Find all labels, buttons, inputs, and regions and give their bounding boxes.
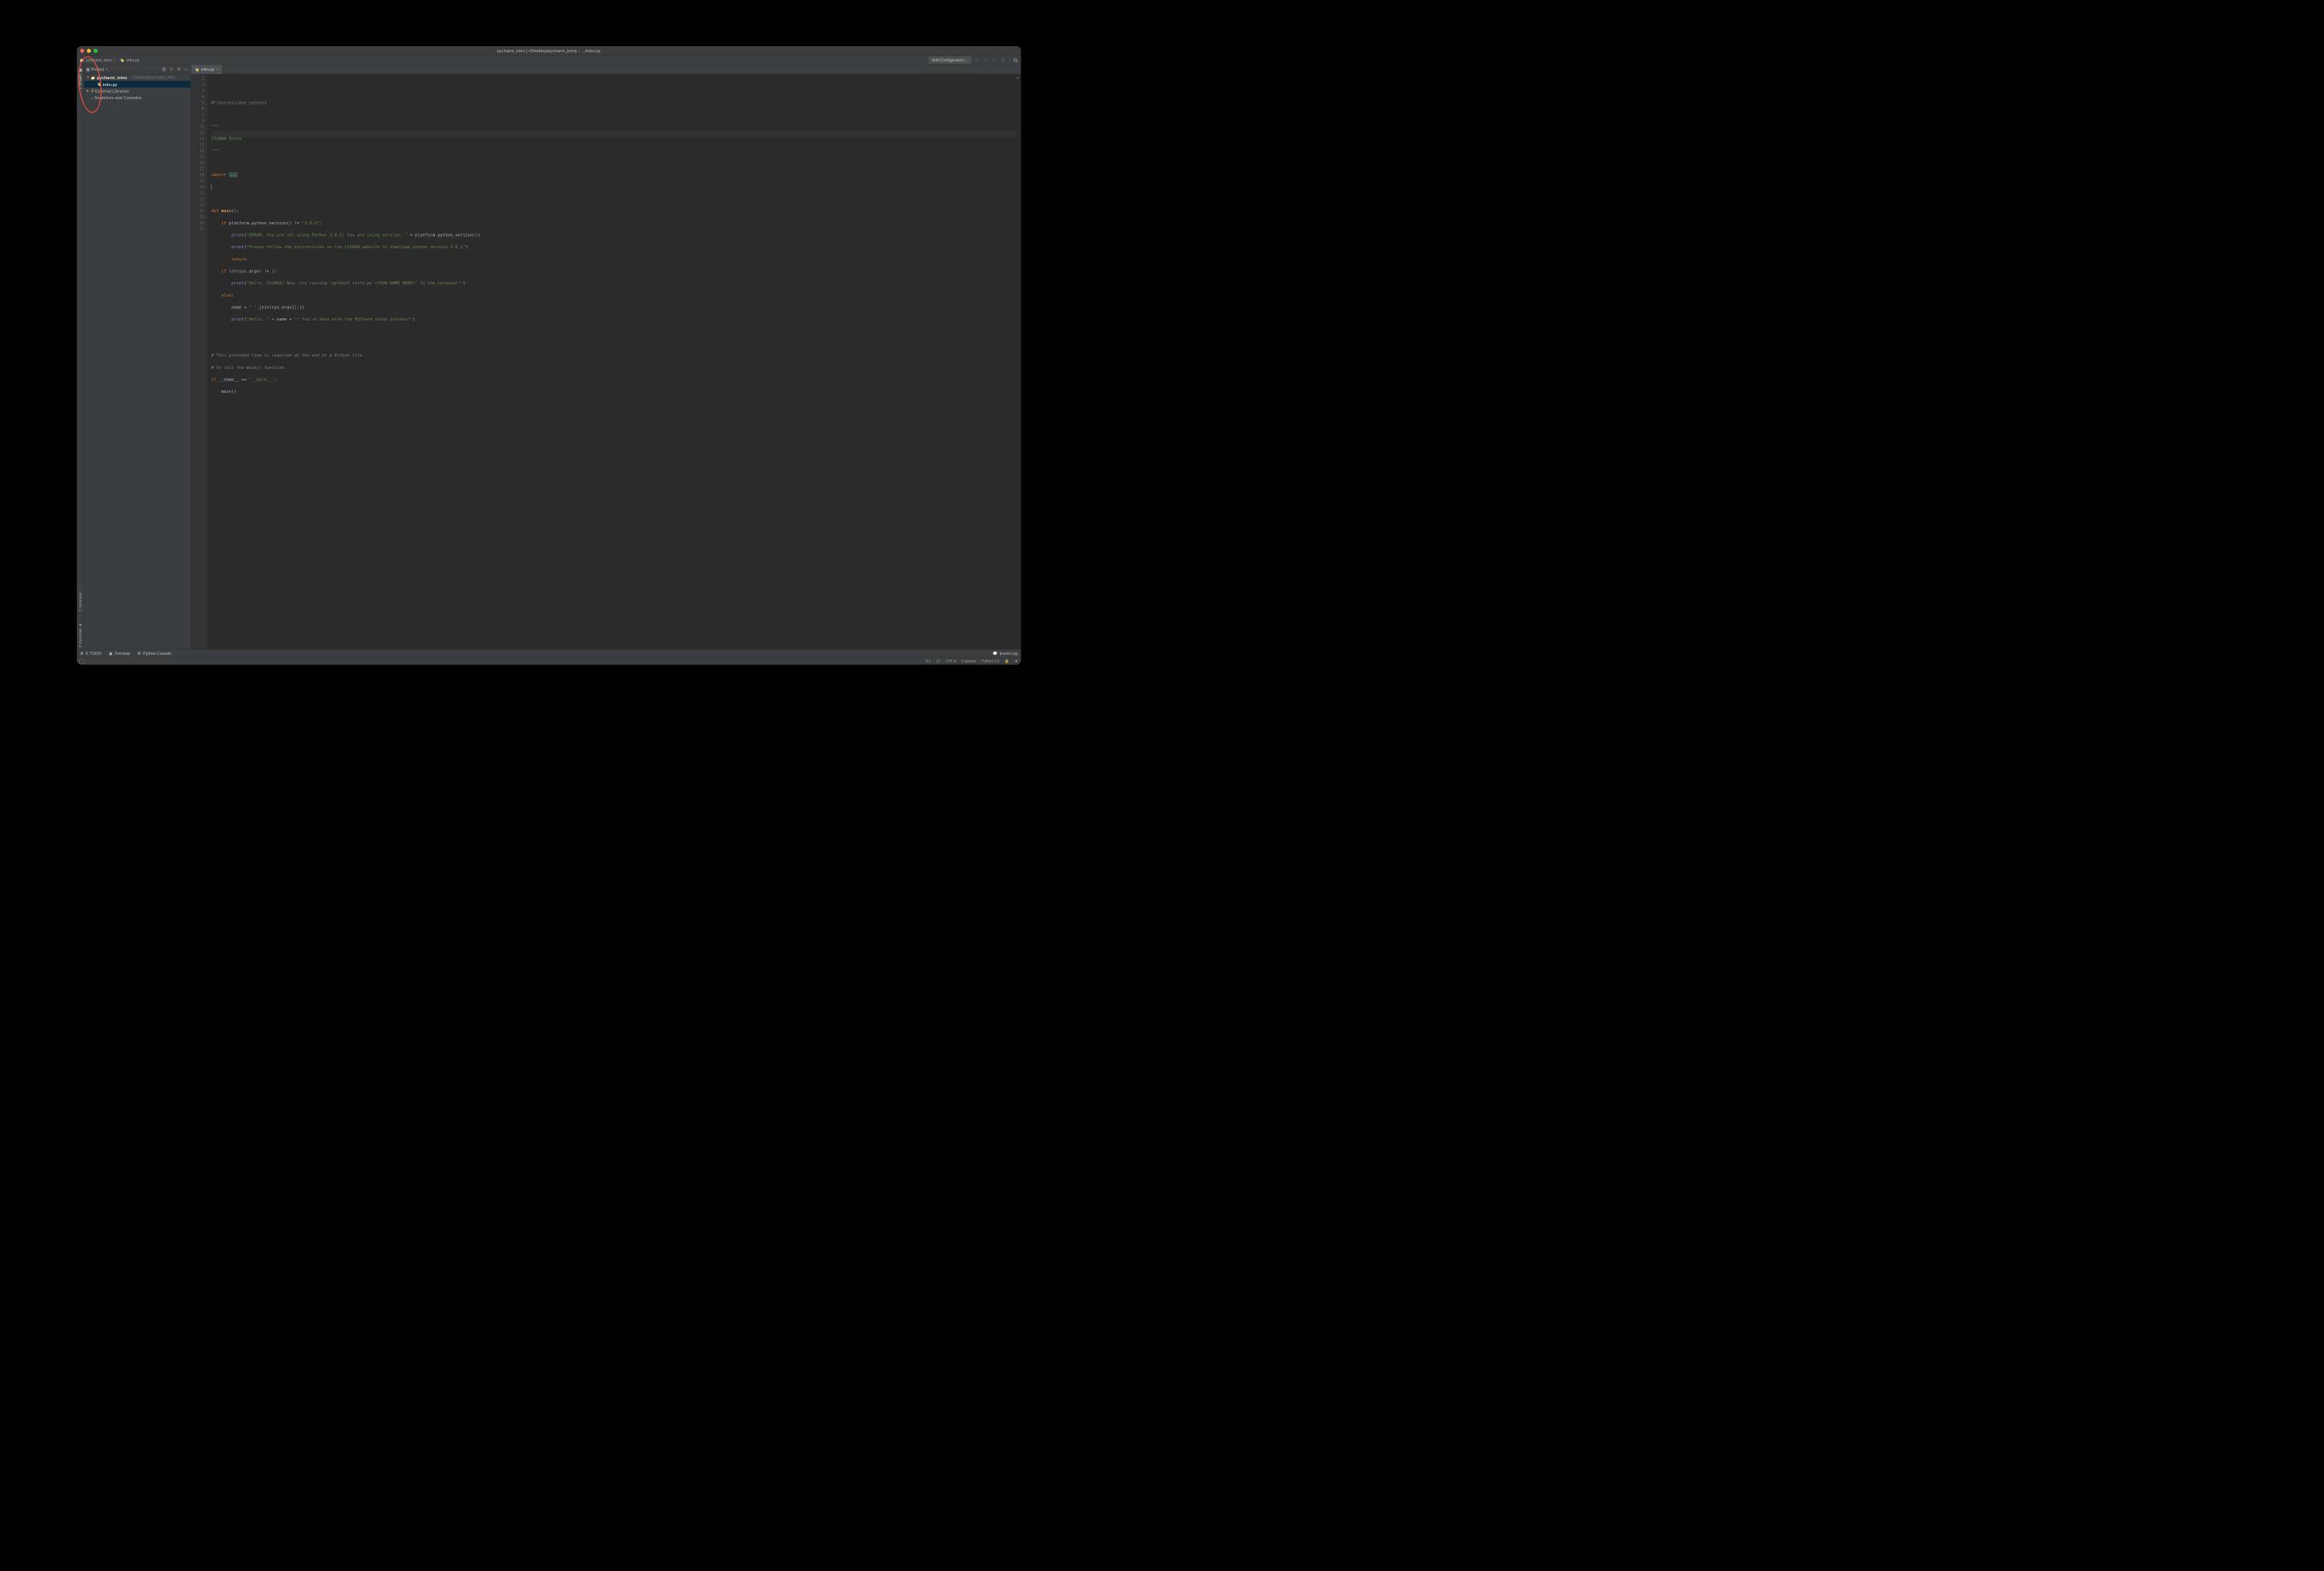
todo-tool-tab[interactable]: ≣ 6: TODO bbox=[80, 651, 101, 656]
editor-tab-intro[interactable]: intro.py × bbox=[191, 65, 223, 74]
inspector-icon[interactable]: ☻ bbox=[1014, 659, 1018, 663]
tree-external-libs-row[interactable]: ▶ ⎙ External Libraries bbox=[85, 88, 191, 95]
navigation-bar: pycharm_intro 〉 intro.py Add Configurati… bbox=[77, 55, 1021, 65]
editor[interactable]: 1 2 3 4 5 6 7 9 10 11 12 13 14 15 16 17 … bbox=[191, 75, 1021, 649]
gear-icon[interactable] bbox=[176, 66, 181, 71]
structure-tool-tab[interactable]: 7: Structure ⋮⋮ bbox=[78, 582, 83, 613]
file-encoding[interactable]: UTF-8 bbox=[946, 659, 957, 663]
lock-icon[interactable]: 🔒 bbox=[1004, 659, 1009, 663]
python-console-label: Python Console bbox=[143, 651, 171, 656]
tree-root-label: pycharm_intro bbox=[97, 75, 127, 81]
ide-window: pycharm_intro [~/Desktop/pycharm_intro] … bbox=[77, 46, 1021, 665]
event-log-tool-tab[interactable]: 💬 Event Log bbox=[992, 651, 1018, 656]
folder-icon bbox=[91, 75, 95, 80]
inspection-ok-icon[interactable]: ✔ bbox=[1016, 75, 1019, 80]
run-icon[interactable] bbox=[974, 58, 980, 63]
breadcrumb: pycharm_intro 〉 intro.py bbox=[79, 57, 139, 62]
status-bar: 9:1 LF UTF-8 4 spaces Python 3.8 🔒 ☻ bbox=[77, 657, 1021, 665]
chevron-right-icon: 〉 bbox=[114, 57, 118, 62]
chevron-down-icon[interactable]: ▼ bbox=[86, 75, 89, 79]
structure-tool-tab-label: 7: Structure bbox=[78, 593, 82, 612]
left-tool-stripe: 1: Project ▦ 7: Structure ⋮⋮ 2: Favorite… bbox=[77, 65, 85, 649]
window-title: pycharm_intro [~/Desktop/pycharm_intro] … bbox=[77, 48, 1021, 54]
project-view-label: Project bbox=[91, 67, 104, 71]
project-tool-icon: ▦ bbox=[78, 68, 83, 73]
close-tab-icon[interactable]: × bbox=[217, 67, 219, 72]
project-sidebar-header: ▦ Project ▼ — bbox=[85, 65, 191, 73]
code-content[interactable]: #!/usr/bin/env python3 """ CS106A Intro … bbox=[208, 75, 1017, 649]
python-console-tool-tab[interactable]: ⌘ Python Console bbox=[137, 651, 171, 656]
caret-position[interactable]: 9:1 bbox=[925, 659, 931, 663]
bottom-tool-stripe: ≣ 6: TODO ▣ Terminal ⌘ Python Console 💬 … bbox=[77, 649, 1021, 657]
close-window-button[interactable] bbox=[80, 48, 84, 52]
editor-right-gutter: ✔ bbox=[1016, 75, 1021, 649]
terminal-label: Terminal bbox=[115, 651, 130, 656]
project-tool-tab[interactable]: 1: Project ▦ bbox=[78, 66, 83, 91]
project-tool-tab-label: 1: Project bbox=[78, 74, 82, 89]
folder-icon bbox=[79, 58, 84, 62]
breadcrumb-file[interactable]: intro.py bbox=[126, 58, 139, 62]
main-body: 1: Project ▦ 7: Structure ⋮⋮ 2: Favorite… bbox=[77, 65, 1021, 649]
favorites-tool-icon: ★ bbox=[78, 623, 83, 627]
tree-scratches-label: Scratches and Consoles bbox=[95, 95, 141, 101]
favorites-tool-tab[interactable]: 2: Favorites ★ bbox=[78, 620, 83, 649]
python-file-icon bbox=[120, 58, 124, 62]
project-view-icon: ▦ bbox=[86, 67, 90, 71]
expand-all-icon[interactable] bbox=[169, 66, 174, 71]
chevron-right-icon[interactable]: ▶ bbox=[86, 89, 89, 93]
terminal-icon: ▣ bbox=[109, 651, 113, 656]
structure-tool-icon: ⋮⋮ bbox=[78, 584, 83, 592]
debug-icon[interactable] bbox=[983, 58, 988, 63]
tree-scratches-row[interactable]: ◒ Scratches and Consoles bbox=[85, 95, 191, 101]
breadcrumb-root[interactable]: pycharm_intro bbox=[86, 58, 111, 62]
tree-root-path: ~/Desktop/pycharm_intro bbox=[131, 75, 175, 80]
line-number-gutter: 1 2 3 4 5 6 7 9 10 11 12 13 14 15 16 17 … bbox=[191, 75, 208, 649]
chevron-down-icon: ▼ bbox=[105, 68, 108, 71]
tree-file-label: intro.py bbox=[103, 81, 118, 87]
python-interpreter[interactable]: Python 3.8 bbox=[981, 659, 999, 663]
titlebar: pycharm_intro [~/Desktop/pycharm_intro] … bbox=[77, 46, 1021, 55]
hide-icon[interactable]: — bbox=[184, 66, 189, 71]
add-configuration-button[interactable]: Add Configuration... bbox=[928, 56, 971, 64]
todo-label: 6: TODO bbox=[85, 651, 101, 656]
maximize-window-button[interactable] bbox=[94, 48, 98, 52]
python-file-icon bbox=[97, 82, 101, 87]
library-icon: ⎙ bbox=[91, 88, 94, 93]
indent-setting[interactable]: 4 spaces bbox=[961, 659, 976, 663]
tree-file-row[interactable]: intro.py bbox=[85, 81, 191, 88]
event-log-label: Event Log bbox=[1000, 651, 1018, 656]
terminal-tool-tab[interactable]: ▣ Terminal bbox=[109, 651, 130, 656]
python-file-icon bbox=[194, 67, 199, 71]
locate-icon[interactable] bbox=[161, 66, 167, 71]
speech-bubble-icon: 💬 bbox=[992, 651, 998, 656]
search-everywhere-icon[interactable] bbox=[1013, 58, 1018, 63]
project-tree: ▼ pycharm_intro ~/Desktop/pycharm_intro … bbox=[85, 74, 191, 102]
toolbar-actions: Add Configuration... bbox=[928, 56, 1018, 64]
editor-tab-label: intro.py bbox=[201, 67, 214, 71]
editor-tabs: intro.py × bbox=[191, 65, 1021, 74]
project-sidebar: ▦ Project ▼ — ▼ bbox=[85, 65, 191, 649]
tool-windows-quick-access-icon[interactable] bbox=[79, 659, 84, 663]
tree-root-row[interactable]: ▼ pycharm_intro ~/Desktop/pycharm_intro bbox=[85, 75, 191, 81]
editor-area: intro.py × 1 2 3 4 5 6 7 9 10 11 12 13 1… bbox=[191, 65, 1021, 649]
tree-external-label: External Libraries bbox=[95, 88, 129, 94]
window-controls bbox=[80, 48, 98, 52]
python-icon: ⌘ bbox=[137, 651, 141, 656]
list-icon: ≣ bbox=[80, 651, 83, 656]
line-separator[interactable]: LF bbox=[936, 659, 941, 663]
favorites-tool-tab-label: 2: Favorites bbox=[78, 628, 82, 647]
scratches-icon: ◒ bbox=[91, 95, 93, 99]
minimize-window-button[interactable] bbox=[87, 48, 91, 52]
stop-icon[interactable] bbox=[1001, 58, 1006, 63]
run-with-coverage-icon[interactable] bbox=[992, 58, 998, 63]
project-view-selector[interactable]: ▦ Project ▼ bbox=[86, 67, 108, 71]
